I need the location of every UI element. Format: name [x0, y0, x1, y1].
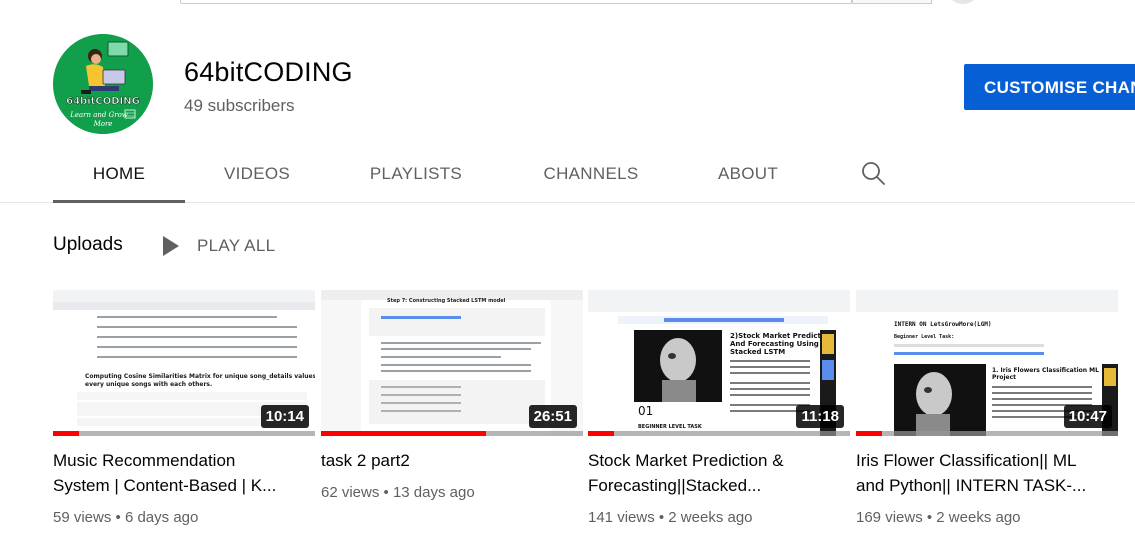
watch-progress — [321, 431, 583, 436]
video-age: 2 weeks ago — [668, 509, 753, 526]
video-duration: 26:51 — [528, 405, 577, 428]
channel-logo-subtext: Learn and Grow — [69, 111, 128, 119]
svg-text:Project: Project — [992, 374, 1016, 381]
video-age: 6 days ago — [124, 509, 199, 526]
play-all-label: PLAY ALL — [197, 236, 276, 255]
thumb-caption: 01 — [638, 404, 653, 418]
video-thumbnail[interactable]: Step 7: Constructing Stacked LSTM model … — [321, 290, 583, 436]
video-thumbnail[interactable]: 01 BEGINNER LEVEL TASK 2)Stock Market Pr… — [588, 290, 850, 436]
video-title-line1: task 2 part2 — [321, 451, 410, 470]
thumb-footer: BEGINNER LEVEL TASK — [638, 424, 703, 430]
thumb-heading: 2)Stock Market Prediction — [730, 332, 833, 340]
search-button[interactable] — [852, 0, 932, 4]
channel-logo: 64bitCODING Learn and Grow More — [53, 34, 153, 134]
customise-channel-button[interactable]: CUSTOMISE CHANNEL — [964, 64, 1135, 110]
search-icon[interactable] — [858, 158, 888, 188]
video-thumbnail[interactable]: Computing Cosine Similarities Matrix for… — [53, 290, 315, 436]
video-meta: 62 views • 13 days ago — [321, 484, 475, 501]
video-title[interactable]: Iris Flower Classification|| ML and Pyth… — [856, 448, 1118, 498]
video-age: 13 days ago — [392, 484, 475, 501]
watch-progress — [856, 431, 1118, 436]
watch-progress-fill — [588, 431, 614, 436]
tab-home[interactable]: HOME — [53, 144, 185, 203]
channel-avatar[interactable]: 64bitCODING Learn and Grow More — [53, 34, 153, 134]
thumb-heading: Step 7: Constructing Stacked LSTM model — [387, 298, 506, 304]
section-title: Uploads — [53, 234, 123, 255]
subscriber-count: 49 subscribers — [184, 96, 295, 115]
watch-progress-fill — [53, 431, 79, 436]
watch-progress-fill — [856, 431, 882, 436]
thumb-heading-2: every unique songs with each others. — [85, 381, 212, 388]
video-meta: 169 views • 2 weeks ago — [856, 509, 1021, 526]
video-age: 2 weeks ago — [936, 509, 1021, 526]
tab-playlists[interactable]: PLAYLISTS — [350, 144, 482, 202]
search-input[interactable] — [180, 0, 852, 4]
video-meta: 141 views • 2 weeks ago — [588, 509, 753, 526]
video-title-line2: System | Content-Based | K... — [53, 476, 277, 495]
video-duration: 10:47 — [1063, 405, 1112, 428]
video-title-line1: Music Recommendation — [53, 451, 236, 470]
video-title-line1: Stock Market Prediction & — [588, 451, 784, 470]
video-title[interactable]: task 2 part2 — [321, 448, 583, 473]
channel-name: 64bitCODING — [184, 57, 353, 87]
video-duration: 10:14 — [260, 405, 309, 428]
masthead — [0, 0, 1135, 6]
svg-text:Stacked LSTM: Stacked LSTM — [730, 348, 785, 356]
video-duration: 11:18 — [796, 405, 844, 428]
watch-progress — [53, 431, 315, 436]
account-avatar[interactable] — [946, 0, 980, 4]
tab-about[interactable]: ABOUT — [690, 144, 806, 202]
channel-tabs: HOME VIDEOS PLAYLISTS CHANNELS ABOUT — [0, 144, 1135, 203]
video-title-line2: Forecasting||Stacked... — [588, 476, 762, 495]
video-views: 169 views — [856, 509, 923, 526]
video-title-line2: and Python|| INTERN TASK-... — [856, 476, 1087, 495]
thumb-heading: Computing Cosine Similarities Matrix for… — [85, 373, 315, 380]
thumb-sub: Beginner Level Task: — [894, 334, 954, 340]
thumb-caption: 1. Iris Flowers Classification ML — [992, 367, 1099, 374]
play-icon — [163, 236, 179, 256]
tab-videos[interactable]: VIDEOS — [197, 144, 317, 202]
video-views: 62 views — [321, 484, 380, 501]
video-title-line1: Iris Flower Classification|| ML — [856, 451, 1077, 470]
video-views: 59 views — [53, 509, 112, 526]
video-title[interactable]: Music Recommendation System | Content-Ba… — [53, 448, 315, 498]
video-thumbnail[interactable]: INTERN ON LetsGrowMore(LGM) Beginner Lev… — [856, 290, 1118, 436]
video-meta: 59 views • 6 days ago — [53, 509, 199, 526]
thumb-heading: INTERN ON LetsGrowMore(LGM) — [894, 321, 992, 328]
watch-progress — [588, 431, 850, 436]
watch-progress-fill — [321, 431, 486, 436]
channel-logo-text: 64bitCODING — [66, 96, 140, 107]
svg-text:And Forecasting Using: And Forecasting Using — [730, 340, 819, 348]
channel-logo-subtext-2: More — [93, 120, 113, 128]
tab-channels[interactable]: CHANNELS — [525, 144, 657, 202]
video-title[interactable]: Stock Market Prediction & Forecasting||S… — [588, 448, 850, 498]
video-views: 141 views — [588, 509, 655, 526]
